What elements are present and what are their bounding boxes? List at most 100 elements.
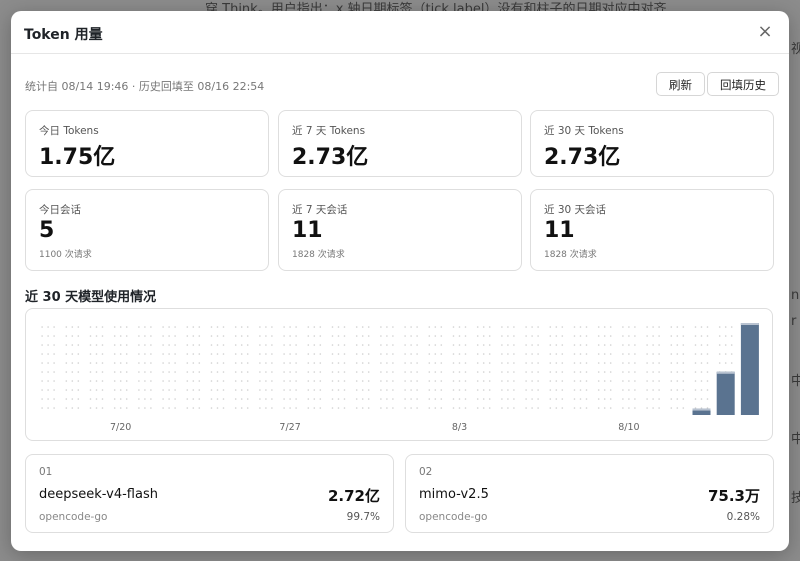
grid-dot <box>718 326 721 328</box>
grid-dot <box>186 344 189 346</box>
grid-dot <box>125 362 128 364</box>
grid-dot <box>452 353 455 355</box>
grid-dot <box>113 398 116 400</box>
grid-dot <box>337 353 340 355</box>
grid-dot <box>585 362 588 364</box>
grid-dot <box>319 335 322 337</box>
grid-dot <box>240 389 243 391</box>
grid-dot <box>428 326 431 328</box>
grid-dot <box>428 407 431 409</box>
grid-dot <box>652 362 654 364</box>
grid-dot <box>730 353 733 355</box>
grid-dot <box>434 389 437 391</box>
grid-dot <box>113 389 116 391</box>
grid-dot <box>125 398 128 400</box>
grid-dot <box>307 353 310 355</box>
grid-dot <box>125 353 128 355</box>
grid-dot <box>53 362 55 364</box>
grid-dot <box>416 371 418 373</box>
backdrop-fragment: 中 <box>791 374 800 389</box>
grid-dot <box>513 371 515 373</box>
grid-dot <box>119 389 122 391</box>
grid-dot <box>646 371 648 373</box>
grid-dot <box>186 335 189 337</box>
grid-dot <box>125 389 128 391</box>
grid-dot <box>513 335 515 337</box>
grid-dot <box>573 398 576 400</box>
grid-dot <box>89 380 92 382</box>
grid-dot <box>452 380 455 382</box>
grid-dot <box>458 407 461 409</box>
grid-dot <box>89 407 92 409</box>
grid-dot <box>555 344 558 346</box>
grid-dot <box>682 380 685 382</box>
grid-dot <box>501 398 503 400</box>
grid-dot <box>706 326 709 328</box>
grid-dot <box>168 362 170 364</box>
grid-dot <box>259 380 261 382</box>
grid-dot <box>428 362 431 364</box>
usage-chart-card: 7/20 7/27 8/3 8/10 <box>25 308 773 441</box>
grid-dot <box>416 398 418 400</box>
grid-dot <box>210 389 213 391</box>
grid-dot <box>386 335 388 337</box>
grid-dot <box>646 353 648 355</box>
grid-dot <box>168 326 170 328</box>
grid-dot <box>367 371 370 373</box>
grid-dot <box>513 407 515 409</box>
refresh-button[interactable]: 刷新 <box>656 72 705 96</box>
grid-dot <box>283 380 285 382</box>
grid-dot <box>464 398 467 400</box>
grid-dot <box>271 326 273 328</box>
grid-dot <box>501 407 503 409</box>
grid-dot <box>271 380 273 382</box>
grid-dot <box>113 407 116 409</box>
grid-dot <box>89 371 92 373</box>
grid-dot <box>192 407 195 409</box>
grid-dot <box>452 344 455 346</box>
grid-dot <box>319 389 322 391</box>
grid-dot <box>561 335 564 337</box>
close-icon[interactable]: × <box>755 22 775 42</box>
stat-card-today-sessions: 今日会话 5 1100 次请求 <box>25 189 269 271</box>
grid-dot <box>555 398 558 400</box>
grid-dot <box>89 335 92 337</box>
grid-dot <box>513 344 515 346</box>
grid-dot <box>295 371 297 373</box>
backfill-history-button[interactable]: 回填历史 <box>707 72 779 96</box>
grid-dot <box>622 398 624 400</box>
grid-dot <box>488 380 491 382</box>
grid-dot <box>259 353 261 355</box>
grid-dot <box>676 371 679 373</box>
grid-dot <box>77 353 80 355</box>
grid-dot <box>138 407 140 409</box>
grid-dot <box>125 335 128 337</box>
grid-dot <box>271 407 273 409</box>
grid-dot <box>694 389 697 391</box>
grid-dot <box>192 326 195 328</box>
chart-bar[interactable] <box>716 371 735 415</box>
grid-dot <box>95 344 98 346</box>
grid-dot <box>331 326 334 328</box>
grid-dot <box>101 407 104 409</box>
grid-dot <box>634 335 636 337</box>
grid-dot <box>41 407 43 409</box>
grid-dot <box>313 335 316 337</box>
grid-dot <box>694 398 697 400</box>
model-share-percent: 0.28% <box>726 511 760 523</box>
grid-dot <box>597 344 600 346</box>
grid-dot <box>41 344 43 346</box>
chart-section-title: 近 30 天模型使用情况 <box>25 290 157 305</box>
grid-dot <box>507 380 509 382</box>
grid-dot <box>628 335 630 337</box>
grid-dot <box>440 398 443 400</box>
grid-dot <box>186 398 189 400</box>
grid-dot <box>222 362 225 364</box>
grid-dot <box>168 353 170 355</box>
grid-dot <box>700 344 703 346</box>
grid-dot <box>549 371 552 373</box>
grid-dot <box>579 335 582 337</box>
grid-dot <box>271 362 273 364</box>
chart-bar[interactable] <box>740 323 759 415</box>
grid-dot <box>440 344 443 346</box>
